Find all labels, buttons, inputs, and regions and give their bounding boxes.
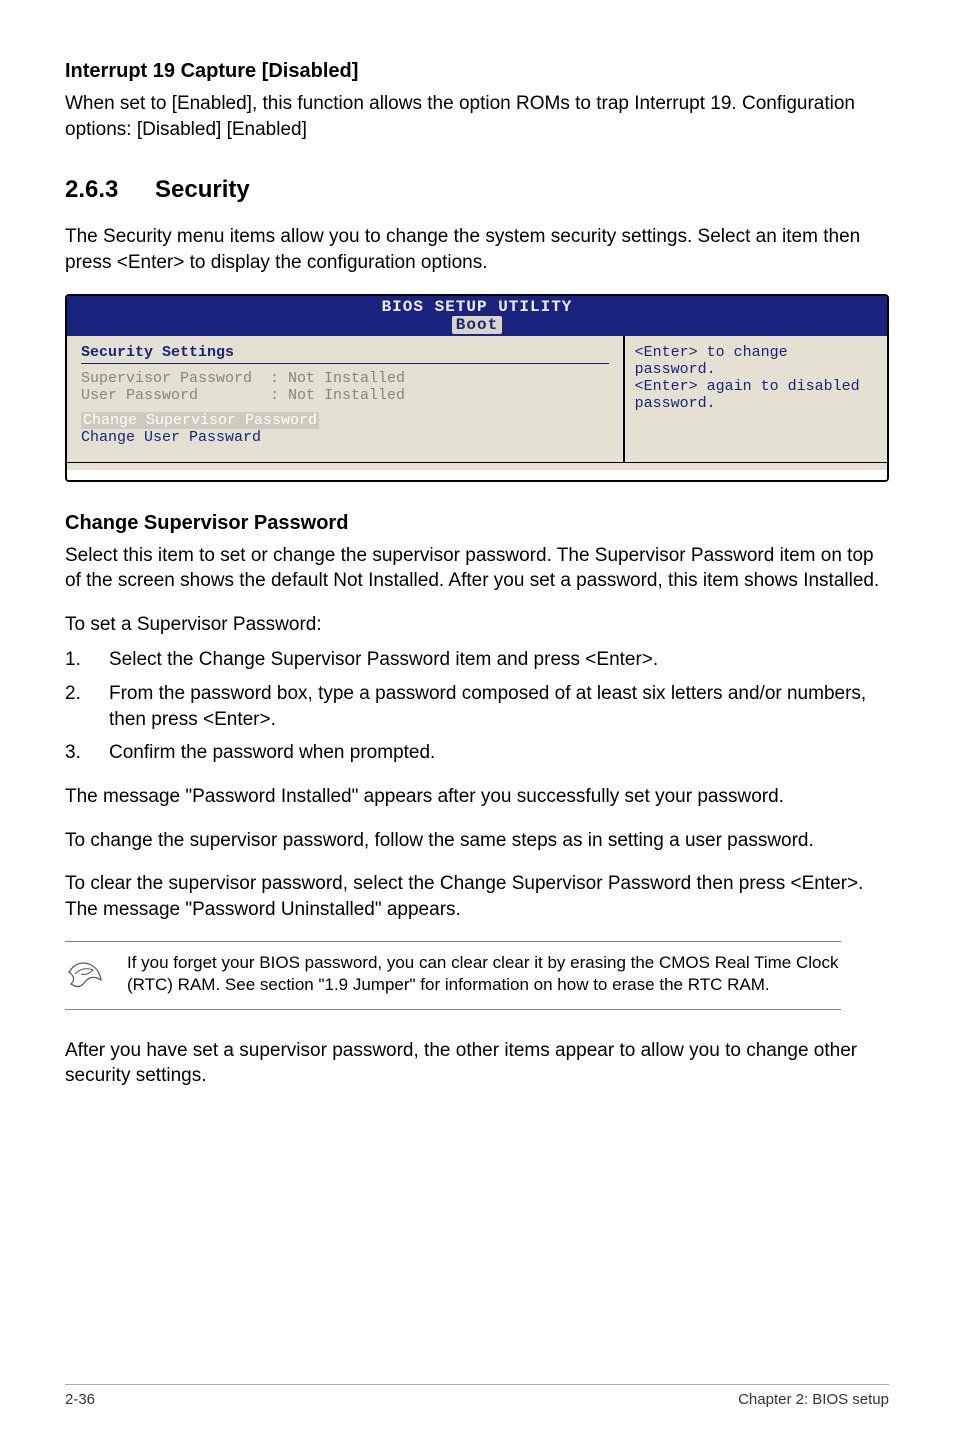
security-intro: The Security menu items allow you to cha… [65,224,889,275]
interrupt19-heading: Interrupt 19 Capture [Disabled] [65,60,889,83]
step-text-1: Select the Change Supervisor Password it… [109,647,658,673]
note-icon [65,952,109,999]
step-num-2: 2. [65,681,109,732]
bios-supervisor-row: Supervisor Password : Not Installed [81,370,609,387]
bios-left-pane: Security Settings Supervisor Password : … [67,336,625,462]
bios-tab-boot: Boot [452,316,502,334]
csp-p5: To clear the supervisor password, select… [65,871,889,922]
bios-title-bar: BIOS SETUP UTILITY Boot [67,296,887,336]
page-number: 2-36 [65,1391,95,1408]
bios-security-settings-heading: Security Settings [81,344,609,364]
step-num-3: 3. [65,740,109,766]
section-title: Security [155,176,250,203]
csp-p3: The message "Password Installed" appears… [65,784,889,810]
page-footer: 2-36 Chapter 2: BIOS setup [65,1384,889,1408]
csp-p1: Select this item to set or change the su… [65,543,889,594]
csp-steps: 1.Select the Change Supervisor Password … [65,647,889,766]
bios-footer-curve [67,462,887,480]
bios-change-supervisor: Change Supervisor Password [81,412,319,429]
note-text: If you forget your BIOS password, you ca… [127,952,841,996]
step-text-2: From the password box, type a password c… [109,681,889,732]
interrupt19-desc: When set to [Enabled], this function all… [65,91,889,142]
csp-p4: To change the supervisor password, follo… [65,828,889,854]
csp-p6: After you have set a supervisor password… [65,1038,889,1089]
section-number: 2.6.3 [65,176,155,204]
csp-p2: To set a Supervisor Password: [65,612,889,638]
note-block: If you forget your BIOS password, you ca… [65,941,841,1010]
step-num-1: 1. [65,647,109,673]
bios-help-pane: <Enter> to change password. <Enter> agai… [625,336,887,462]
bios-title-text: BIOS SETUP UTILITY [382,298,573,316]
bios-change-user: Change User Passward [81,429,609,446]
chapter-label: Chapter 2: BIOS setup [738,1391,889,1408]
csp-heading: Change Supervisor Password [65,512,889,535]
section-heading: 2.6.3Security [65,176,889,204]
step-text-3: Confirm the password when prompted. [109,740,435,766]
bios-screenshot: BIOS SETUP UTILITY Boot Security Setting… [65,294,889,482]
bios-user-row: User Password : Not Installed [81,387,609,404]
